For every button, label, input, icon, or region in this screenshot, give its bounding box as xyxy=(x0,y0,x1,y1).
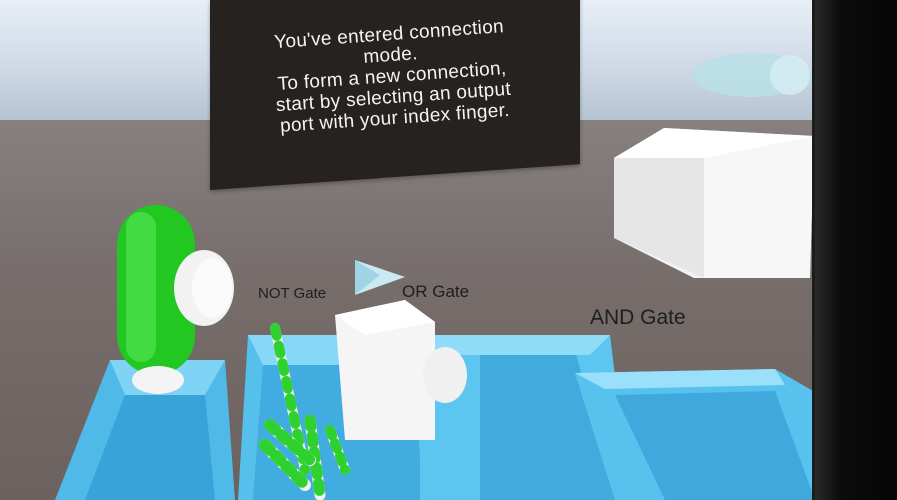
hand-skeleton xyxy=(259,323,350,500)
or-gate-label: OR Gate xyxy=(402,282,470,301)
connection-port-cone[interactable] xyxy=(350,255,410,300)
green-pill-controller[interactable] xyxy=(112,200,242,400)
white-cube[interactable] xyxy=(614,128,814,278)
monitor-bezel xyxy=(815,0,897,500)
vr-scene: You've entered connection mode. To form … xyxy=(0,0,897,500)
not-gate-label: NOT Gate xyxy=(258,285,327,302)
and-gate-label: AND Gate xyxy=(590,306,686,329)
trough-and-gate[interactable] xyxy=(575,365,820,500)
distant-cylinder xyxy=(692,53,812,97)
